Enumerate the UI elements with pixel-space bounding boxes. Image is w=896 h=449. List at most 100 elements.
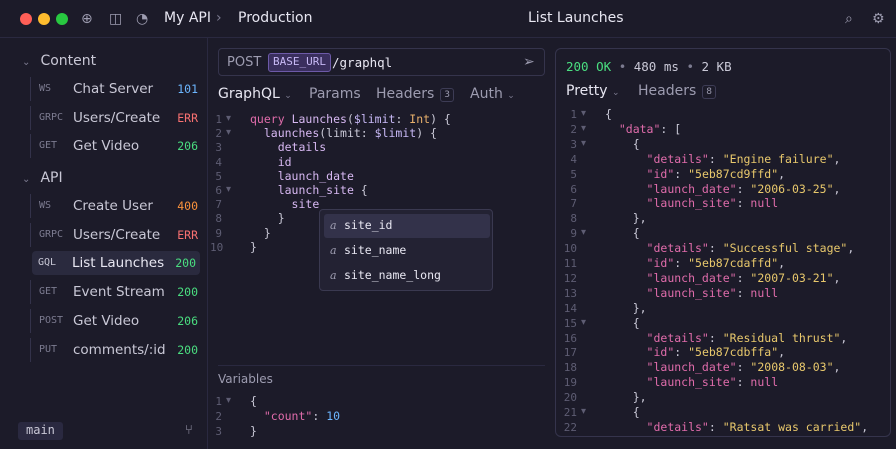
tab-headers[interactable]: Headers 3 <box>376 86 455 102</box>
fold-chevron-icon[interactable]: ▾ <box>581 108 586 119</box>
code-line: "id": "5eb87cdbffa", <box>646 345 786 360</box>
code-line: "launch_date": "2006-03-25", <box>646 181 841 196</box>
code-line: { <box>250 394 257 408</box>
autocomplete-item[interactable]: a site_name <box>324 239 490 263</box>
pane-divider[interactable] <box>218 365 545 366</box>
separator-dot: • <box>686 59 694 74</box>
tab-label: Auth <box>470 86 503 102</box>
toggle-sidebar-icon[interactable]: ◫ <box>109 11 122 27</box>
sidebar-request-item[interactable]: WS Chat Server 101 <box>30 77 202 101</box>
folder-content[interactable]: ⌄ Content <box>22 53 96 69</box>
request-method: GET <box>39 286 58 298</box>
close-window-button[interactable] <box>20 13 32 25</box>
request-name: Chat Server <box>73 81 154 97</box>
appearance-icon[interactable]: ◔ <box>136 11 148 27</box>
send-icon[interactable]: ➢ <box>523 54 535 70</box>
code-line: details <box>277 140 327 155</box>
code-line: "details": "Engine failure", <box>646 151 841 166</box>
fold-chevron-icon[interactable]: ▾ <box>226 127 231 138</box>
line-number: 3 <box>570 137 577 151</box>
code-line: "launch_date": "2008-08-03", <box>646 360 841 375</box>
status-code-badge: ERR <box>177 227 198 242</box>
request-method: POST <box>39 314 64 326</box>
line-number: 22 <box>563 420 577 434</box>
line-number: 19 <box>563 376 577 390</box>
sidebar-request-item[interactable]: GQL List Launches 200 <box>32 251 200 276</box>
line-number: 9 <box>215 226 222 240</box>
sidebar-request-item[interactable]: GRPC Users/Create ERR <box>30 222 202 247</box>
field-kind-icon: a <box>330 219 337 232</box>
tab-graphql[interactable]: GraphQL ⌄ <box>218 86 292 102</box>
code-line: launch_date <box>277 168 354 183</box>
request-name: Event Stream <box>73 284 165 301</box>
git-branch-icon[interactable]: ⑂ <box>185 423 193 438</box>
code-line: }, <box>605 390 647 405</box>
code-line: } <box>250 423 257 438</box>
sidebar-request-item[interactable]: POST Get Video 206 <box>30 308 202 333</box>
tab-params[interactable]: Params <box>309 86 361 102</box>
line-number: 12 <box>563 271 577 285</box>
autocomplete-item[interactable]: a site_name_long <box>324 264 490 288</box>
status-code-badge: 200 <box>177 342 198 357</box>
sidebar-request-item[interactable]: PUT comments/:id 200 <box>30 337 202 362</box>
fold-chevron-icon[interactable]: ▾ <box>581 123 586 134</box>
fold-chevron-icon[interactable]: ▾ <box>581 138 586 149</box>
folder-label: API <box>40 170 63 186</box>
request-method: GQL <box>38 257 57 269</box>
autocomplete-item-label: site_name_long <box>344 268 441 282</box>
request-method: WS <box>39 83 52 94</box>
status-code: 200 OK <box>566 59 612 74</box>
tab-label: Params <box>309 86 361 102</box>
git-branch-badge[interactable]: main <box>18 422 63 440</box>
chevron-down-icon: ⌄ <box>22 57 31 68</box>
code-line: }, <box>605 300 647 315</box>
field-kind-icon: a <box>330 269 337 282</box>
request-name: Get Video <box>73 138 140 155</box>
tab-response-headers[interactable]: Headers 8 <box>638 83 717 99</box>
sidebar-request-item[interactable]: GET Get Video 206 <box>30 134 202 159</box>
sidebar-request-item[interactable]: WS Create User 400 <box>30 194 202 218</box>
chevron-down-icon: ⌄ <box>22 174 31 185</box>
search-icon[interactable]: ⌕ <box>845 11 853 27</box>
code-line: { <box>605 136 640 151</box>
url-path[interactable]: /graphql <box>332 55 392 70</box>
base-url-variable-tag[interactable]: BASE_URL <box>268 53 331 72</box>
fold-chevron-icon[interactable]: ▾ <box>226 395 231 406</box>
request-name: Users/Create <box>73 109 161 126</box>
code-line: "details": "Ratsat was carried", <box>646 419 869 434</box>
sidebar-request-item[interactable]: GET Event Stream 200 <box>30 280 202 305</box>
workspace-name[interactable]: My API <box>164 10 211 26</box>
line-number: 1 <box>215 395 222 408</box>
status-code-badge: 206 <box>177 313 198 328</box>
line-number: 2 <box>570 122 577 136</box>
minimize-window-button[interactable] <box>38 13 50 25</box>
folder-api[interactable]: ⌄ API <box>22 170 63 186</box>
code-line: "details": "Successful stage", <box>646 241 855 256</box>
request-name: Users/Create <box>73 226 161 243</box>
sidebar-request-item[interactable]: GRPC Users/Create ERR <box>30 105 202 130</box>
fold-chevron-icon[interactable]: ▾ <box>226 113 231 124</box>
line-number: 14 <box>563 301 577 315</box>
response-size: 2 KB <box>701 59 732 74</box>
http-method-selector[interactable]: POST <box>227 55 261 70</box>
fold-chevron-icon[interactable]: ▾ <box>581 227 586 238</box>
line-number: 2 <box>215 409 222 423</box>
fold-chevron-icon[interactable]: ▾ <box>226 184 231 195</box>
new-request-icon[interactable]: ⊕ <box>81 11 93 27</box>
status-code-badge: 400 <box>177 199 198 213</box>
environment-name[interactable]: Production <box>238 10 312 26</box>
settings-gear-icon[interactable]: ⚙ <box>872 11 885 27</box>
fold-chevron-icon[interactable]: ▾ <box>581 406 586 417</box>
fold-chevron-icon[interactable]: ▾ <box>581 317 586 328</box>
autocomplete-item[interactable]: a site_id <box>324 214 490 238</box>
line-number: 6 <box>215 184 222 197</box>
line-number: 8 <box>215 212 222 226</box>
chevron-down-icon: ⌄ <box>611 88 620 98</box>
code-line: } <box>250 225 271 240</box>
variables-label: Variables <box>218 372 273 386</box>
line-number: 3 <box>215 141 222 155</box>
tab-auth[interactable]: Auth ⌄ <box>470 86 515 102</box>
code-line: query Launches($limit: Int) { <box>250 112 451 126</box>
maximize-window-button[interactable] <box>56 13 68 25</box>
tab-pretty[interactable]: Pretty ⌄ <box>566 83 620 99</box>
